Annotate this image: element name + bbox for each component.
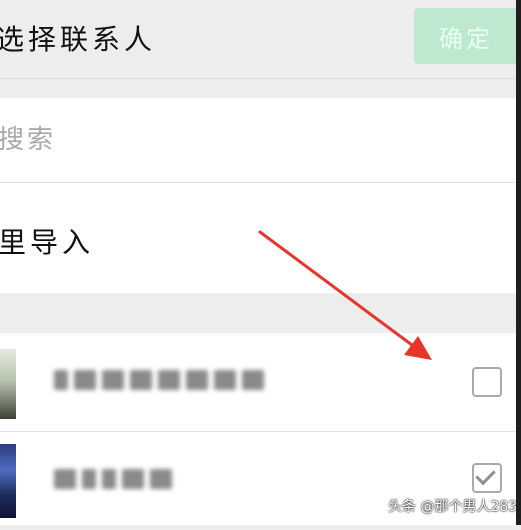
contact-name-redacted [54,468,172,490]
avatar [0,444,16,518]
section-divider [0,293,516,333]
confirm-button[interactable]: 确定 [414,8,518,64]
contact-name-redacted [54,369,264,391]
contact-row[interactable] [0,333,516,432]
checkmark-icon [475,464,496,486]
avatar [0,349,16,419]
import-label: 里导入 [0,226,95,259]
contact-checkbox[interactable] [472,463,502,493]
watermark: 头条 @那个男人283 [388,499,518,515]
contact-checkbox[interactable] [472,367,502,397]
screen-edge [516,0,521,525]
search-bar [0,98,516,183]
import-row[interactable]: 里导入 [0,183,516,293]
page-title: 选择联系人 [0,23,157,56]
header-bar: 选择联系人 确定 [0,0,518,79]
search-input[interactable] [0,120,398,160]
